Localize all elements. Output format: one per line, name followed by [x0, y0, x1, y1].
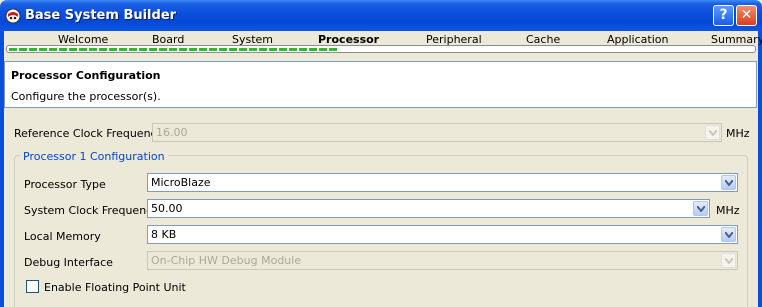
close-icon: ✕: [740, 7, 753, 23]
local-memory-label: Local Memory: [24, 230, 101, 243]
chevron-down-icon: [721, 253, 736, 268]
fpu-checkbox[interactable]: [26, 280, 39, 293]
ref-clock-unit: MHz: [726, 127, 750, 140]
system-clock-label: System Clock Frequency: [24, 204, 159, 217]
chevron-down-icon: [705, 125, 720, 140]
window-title: Base System Builder: [25, 8, 177, 23]
ref-clock-value: 16.00: [156, 126, 188, 139]
system-clock-select[interactable]: 50.00: [147, 199, 710, 218]
local-memory-value: 8 KB: [151, 228, 177, 241]
system-clock-value: 50.00: [151, 202, 183, 215]
help-button[interactable]: ?: [713, 5, 734, 26]
ref-clock-select: 16.00: [152, 123, 722, 142]
debug-interface-label: Debug Interface: [24, 256, 113, 269]
system-clock-unit: MHz: [716, 204, 740, 217]
chevron-down-icon[interactable]: [693, 201, 708, 216]
debug-interface-select: On-Chip HW Debug Module: [147, 251, 738, 270]
local-memory-select[interactable]: 8 KB: [147, 225, 738, 244]
close-button[interactable]: ✕: [736, 5, 757, 26]
debug-interface-value: On-Chip HW Debug Module: [151, 254, 302, 267]
xilinx-icon: [5, 8, 21, 24]
fpu-label[interactable]: Enable Floating Point Unit: [44, 281, 186, 294]
ref-clock-label: Reference Clock Frequency: [14, 127, 164, 140]
page-subtitle: Configure the processor(s).: [11, 90, 161, 103]
window-frame-right: [758, 31, 762, 307]
processor-type-value: MicroBlaze: [151, 176, 211, 189]
page-title: Processor Configuration: [11, 69, 161, 82]
processor-1-group-title: Processor 1 Configuration: [20, 150, 168, 163]
wizard-progress-bar: [6, 45, 756, 53]
processor-type-select[interactable]: MicroBlaze: [147, 173, 738, 192]
header-panel: Processor Configuration Configure the pr…: [4, 61, 757, 108]
chevron-down-icon[interactable]: [721, 227, 736, 242]
processor-type-label: Processor Type: [24, 178, 106, 191]
progress-fill: [9, 48, 339, 51]
title-bar[interactable]: Base System Builder ? ✕: [0, 0, 762, 31]
chevron-down-icon[interactable]: [721, 175, 736, 190]
